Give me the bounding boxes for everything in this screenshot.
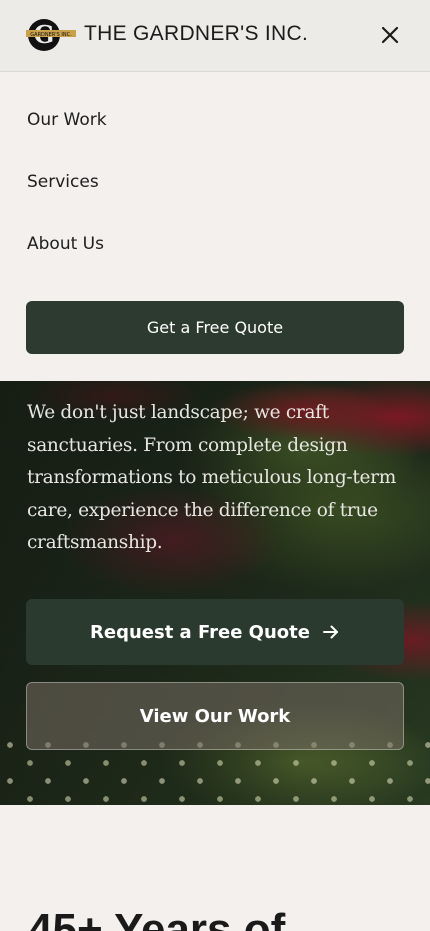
site-header: G GARDNER'S INC. THE GARDNER'S INC.: [0, 0, 430, 72]
mobile-nav-menu: Our Work Services About Us Get a Free Qu…: [0, 72, 430, 381]
logo-text: GARDNER'S INC.: [30, 32, 72, 38]
brand-name[interactable]: THE GARDNER'S INC.: [84, 22, 308, 46]
hero-section: We don't just landscape; we craft sanctu…: [0, 381, 430, 805]
section-heading: 45+ Years of: [28, 905, 286, 931]
request-free-quote-button[interactable]: Request a Free Quote: [26, 599, 404, 665]
page: G GARDNER'S INC. THE GARDNER'S INC. Our …: [0, 0, 430, 931]
request-free-quote-label: Request a Free Quote: [90, 621, 310, 643]
view-our-work-button[interactable]: View Our Work: [26, 682, 404, 750]
experience-section: 45+ Years of: [0, 805, 430, 931]
nav-item-about-us[interactable]: About Us: [27, 234, 104, 254]
brand-logo-icon[interactable]: G GARDNER'S INC.: [26, 16, 76, 54]
close-menu-button[interactable]: [376, 21, 404, 49]
arrow-right-icon: [322, 625, 338, 639]
close-icon: [381, 26, 399, 44]
hero-tagline: We don't just landscape; we craft sanctu…: [27, 402, 396, 553]
nav-item-our-work[interactable]: Our Work: [27, 110, 107, 130]
get-free-quote-button[interactable]: Get a Free Quote: [26, 301, 404, 354]
nav-item-services[interactable]: Services: [27, 172, 99, 192]
